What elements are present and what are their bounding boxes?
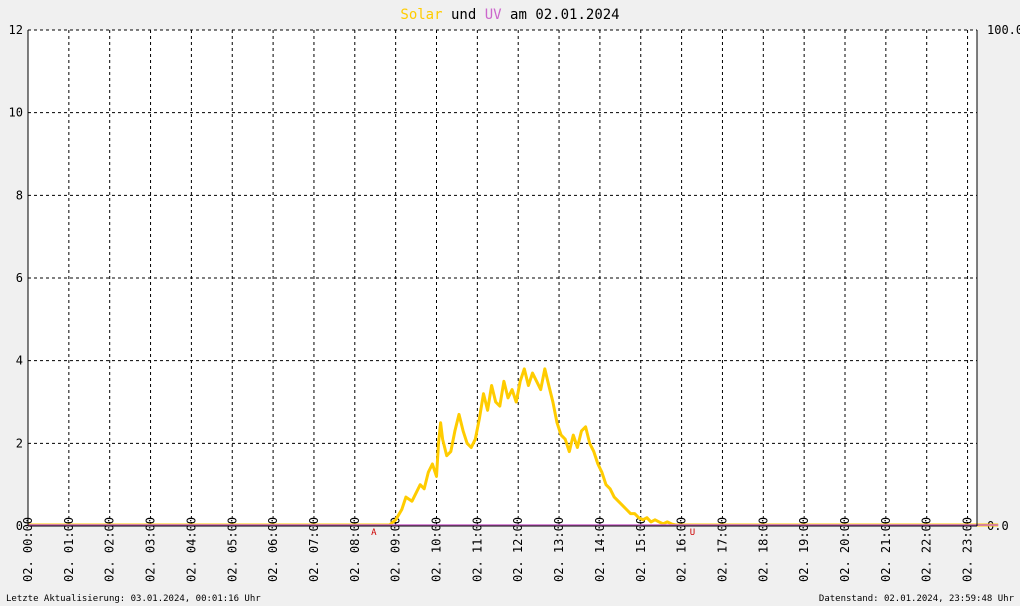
y-left-tick-label: 12 (9, 23, 23, 37)
x-tick-label: 02. 15:00 (634, 517, 648, 582)
title-am: am (510, 7, 527, 23)
x-tick-label: 02. 02:00 (103, 517, 117, 582)
y-left-tick-label: 8 (16, 188, 23, 202)
x-tick-label: 02. 16:00 (675, 517, 689, 582)
y-left-tick-label: 6 (16, 271, 23, 285)
x-tick-label: 02. 09:00 (389, 517, 403, 582)
x-tick-label: 02. 06:00 (266, 517, 280, 582)
x-tick-label: 02. 22:00 (920, 517, 934, 582)
x-tick-label: 02. 14:00 (593, 517, 607, 582)
y-right-tick-label: 100.0 (987, 23, 1020, 37)
x-tick-label: 02. 01:00 (62, 517, 76, 582)
y-left-tick-label: 2 (16, 436, 23, 450)
y-left-tick-label: 4 (16, 354, 23, 368)
x-tick-label: 02. 05:00 (225, 517, 239, 582)
x-tick-label: 02. 12:00 (511, 517, 525, 582)
x-tick-label: 02. 19:00 (797, 517, 811, 582)
title-und: und (451, 7, 476, 23)
title-uv: UV (485, 7, 502, 23)
x-tick-label: 02. 07:00 (307, 517, 321, 582)
x-tick-label: 02. 20:00 (838, 517, 852, 582)
x-tick-label: 02. 18:00 (756, 517, 770, 582)
title-solar: Solar (400, 7, 442, 23)
x-tick-label: 02. 21:00 (879, 517, 893, 582)
x-tick-label: 02. 04:00 (184, 517, 198, 582)
title-date: 02.01.2024 (535, 7, 619, 23)
x-tick-label: 02. 10:00 (430, 517, 444, 582)
x-tick-label: 02. 00:00 (21, 517, 35, 582)
x-tick-label: 02. 23:00 (961, 517, 975, 582)
x-tick-label: 02. 11:00 (470, 517, 484, 582)
footer-last-update: Letzte Aktualisierung: 03.01.2024, 00:01… (6, 594, 261, 604)
footer-data-status: Datenstand: 02.01.2024, 23:59:48 Uhr (819, 594, 1015, 604)
chart-title: Solar und UV am 02.01.2024 (400, 7, 619, 23)
x-tick-label: 02. 17:00 (715, 517, 729, 582)
sunset-marker: U (690, 528, 695, 538)
x-tick-label: 02. 03:00 (144, 517, 158, 582)
solar-uv-chart: 0246810120.0100.002. 00:00 02. 01:00 02. 0… (6, 7, 1020, 604)
x-tick-label: 02. 08:00 (348, 517, 362, 582)
x-tick-label: 02. 13:00 (552, 517, 566, 582)
sunrise-marker: A (371, 528, 377, 538)
y-left-tick-label: 10 (9, 106, 23, 120)
